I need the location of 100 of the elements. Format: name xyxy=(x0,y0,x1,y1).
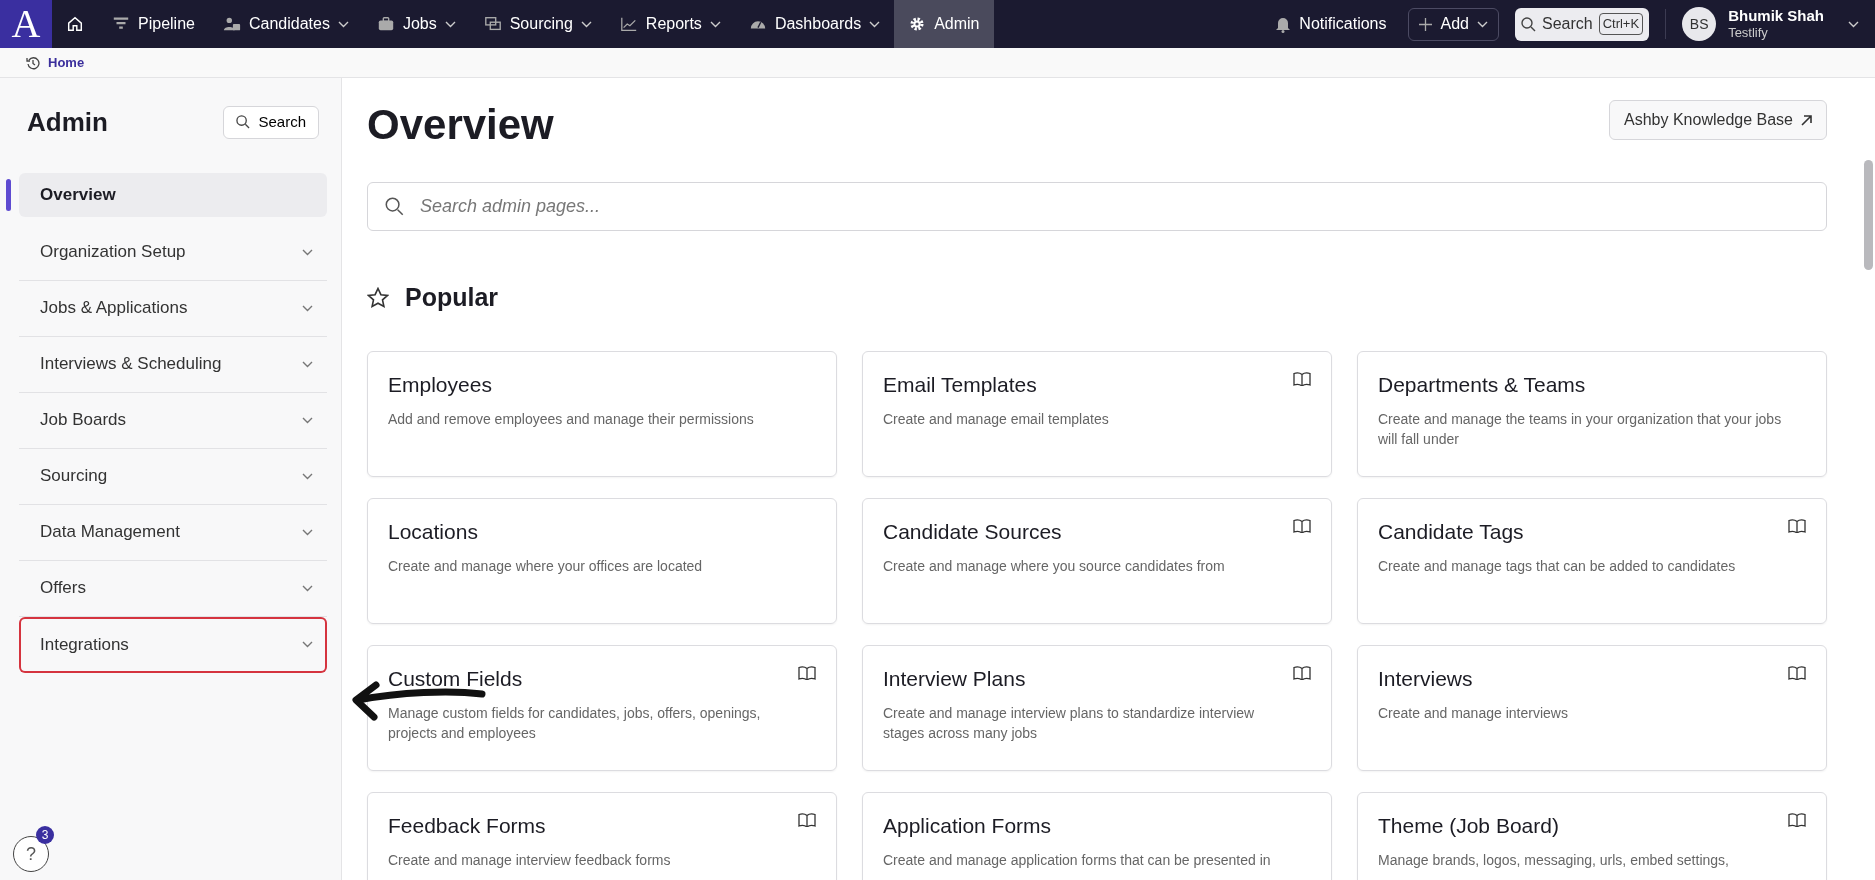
book-icon xyxy=(1293,371,1311,386)
chevron-down-icon xyxy=(302,360,313,368)
card-description: Create and manage email templates xyxy=(883,410,1110,430)
page-title: Overview xyxy=(367,100,554,150)
book-icon xyxy=(1788,665,1806,680)
card-description: Manage custom fields for candidates, jobs, offers, openings, projects and employees xyxy=(388,704,762,744)
nav-tab[interactable]: Pipeline xyxy=(98,0,209,48)
nav-tab[interactable]: Candidates xyxy=(208,0,363,48)
nav-tab[interactable]: Sourcing xyxy=(469,0,606,48)
sidebar-item[interactable]: Data Management xyxy=(19,504,327,561)
sidebar-item[interactable]: Organization Setup xyxy=(19,224,327,281)
admin-card[interactable]: Email Templates Create and manage email templates xyxy=(862,350,1332,477)
card-description: Create and manage interviews xyxy=(1378,704,1569,724)
card-title: Interview Plans xyxy=(883,665,1026,692)
admin-card[interactable]: Application Forms Create and manage application forms that can be presented in xyxy=(862,791,1332,880)
card-description: Create and manage where your offices are located xyxy=(388,557,704,577)
book-icon xyxy=(1788,812,1806,827)
chevron-down-icon xyxy=(580,20,592,28)
chevron-down-icon xyxy=(869,20,881,28)
admin-card[interactable]: Candidate Sources Create and manage where you source candidates from xyxy=(862,497,1332,624)
home-icon xyxy=(66,15,84,33)
scrollbar[interactable] xyxy=(1864,160,1873,270)
card-description: Create and manage interview plans to standardize interview stages across many jobs xyxy=(883,704,1256,744)
sidebar-item[interactable]: Offers xyxy=(19,560,327,617)
admin-card[interactable]: Interview Plans Create and manage interview plans to standardize interview stages across many jobs xyxy=(862,644,1332,771)
avatar[interactable]: BS xyxy=(1682,7,1717,41)
chevron-down-icon xyxy=(302,641,313,648)
card-title: Email Templates xyxy=(883,371,1037,398)
search-button[interactable]: Search Ctrl+K xyxy=(1514,7,1650,41)
card-description: Create and manage the teams in your organization that your jobs will fall under xyxy=(1378,410,1783,450)
card-title: Employees xyxy=(388,371,492,398)
admin-card[interactable]: Candidate Tags Create and manage tags that can be added to candidates xyxy=(1357,497,1827,624)
chevron-down-icon xyxy=(709,20,721,28)
book-icon xyxy=(1293,518,1311,533)
admin-card[interactable]: Departments & Teams Create and manage the teams in your organization that your jobs will fall under xyxy=(1357,350,1827,477)
card-title: Feedback Forms xyxy=(388,812,546,839)
history-icon xyxy=(26,55,40,70)
chart-icon xyxy=(619,15,638,33)
knowledge-base-button[interactable]: Ashby Knowledge Base xyxy=(1609,100,1827,140)
card-description: Create and manage tags that can be added to candidates xyxy=(1378,557,1737,577)
book-icon xyxy=(798,665,816,680)
card-title: Interviews xyxy=(1378,665,1473,692)
external-link-icon xyxy=(1801,114,1812,126)
nav-tab[interactable]: Jobs xyxy=(362,0,470,48)
section-heading: Popular xyxy=(405,282,499,314)
nav-tab[interactable]: Reports xyxy=(605,0,735,48)
search-icon xyxy=(1520,16,1536,32)
add-button[interactable]: Add xyxy=(1408,7,1499,41)
admin-card[interactable]: Employees Add and remove employees and manage their permissions xyxy=(367,350,837,477)
logo[interactable]: A xyxy=(0,0,52,48)
chevron-down-icon xyxy=(302,248,313,256)
card-title: Application Forms xyxy=(883,812,1052,839)
sidebar-item[interactable]: Sourcing xyxy=(19,448,327,505)
sidebar-item[interactable]: Jobs & Applications xyxy=(19,280,327,337)
search-field[interactable]: Search admin pages... xyxy=(367,182,1827,232)
sidebar-item[interactable]: Integrations xyxy=(19,616,327,673)
chevron-down-icon xyxy=(444,20,456,28)
card-description: Create and manage interview feedback forms xyxy=(388,851,672,871)
card-title: Candidate Tags xyxy=(1378,518,1524,545)
chevron-down-icon xyxy=(302,472,313,480)
sidebar-search-button[interactable]: Search xyxy=(223,106,319,139)
admin-card[interactable]: Interviews Create and manage interviews xyxy=(1357,644,1827,771)
notifications-button[interactable]: Notifications xyxy=(1261,0,1401,48)
admin-card[interactable]: Locations Create and manage where your offices are located xyxy=(367,497,837,624)
admin-card[interactable]: Custom Fields Manage custom fields for candidates, jobs, offers, openings, projects and employees xyxy=(367,644,837,771)
card-title: Locations xyxy=(388,518,478,545)
admin-card[interactable]: Feedback Forms Create and manage interview feedback forms xyxy=(367,791,837,880)
card-description: Create and manage application forms that can be presented in xyxy=(883,851,1272,871)
bell-icon xyxy=(1275,15,1292,33)
admin-card[interactable]: Theme (Job Board) Manage brands, logos, messaging, urls, embed settings, xyxy=(1357,791,1827,880)
search-icon xyxy=(236,115,251,130)
sidebar-item[interactable]: Overview xyxy=(19,172,327,217)
chevron-down-icon xyxy=(302,304,313,312)
sidebar-item[interactable]: Interviews & Scheduling xyxy=(19,336,327,393)
chevron-down-icon xyxy=(302,528,313,536)
user-name: Bhumik Shah xyxy=(1728,7,1824,26)
card-title: Theme (Job Board) xyxy=(1378,812,1559,839)
chevron-down-icon xyxy=(1476,20,1488,28)
card-title: Candidate Sources xyxy=(883,518,1062,545)
sidebar-title: Admin xyxy=(27,106,108,138)
card-title: Departments & Teams xyxy=(1378,371,1586,398)
nav-tab[interactable]: Admin xyxy=(894,0,994,48)
card-title: Custom Fields xyxy=(388,665,523,692)
star-icon xyxy=(367,287,389,310)
card-description: Add and remove employees and manage their permissions xyxy=(388,410,755,430)
nav-tab[interactable]: Dashboards xyxy=(734,0,895,48)
shortcut-hint: Ctrl+K xyxy=(1598,13,1644,35)
book-icon xyxy=(1293,665,1311,680)
card-description: Manage brands, logos, messaging, urls, embed settings, xyxy=(1378,851,1730,871)
chevron-down-icon xyxy=(302,416,313,424)
book-icon xyxy=(798,812,816,827)
selection-indicator xyxy=(6,178,11,211)
sidebar-item[interactable]: Job Boards xyxy=(19,392,327,449)
briefcase-icon xyxy=(376,15,395,33)
cards-icon xyxy=(483,15,502,33)
breadcrumb-link[interactable]: Home xyxy=(48,52,85,73)
plus-icon xyxy=(1419,17,1433,31)
chevron-down-icon xyxy=(302,584,313,592)
notification-count: 3 xyxy=(36,826,54,844)
card-description: Create and manage where you source candidates from xyxy=(883,557,1226,577)
